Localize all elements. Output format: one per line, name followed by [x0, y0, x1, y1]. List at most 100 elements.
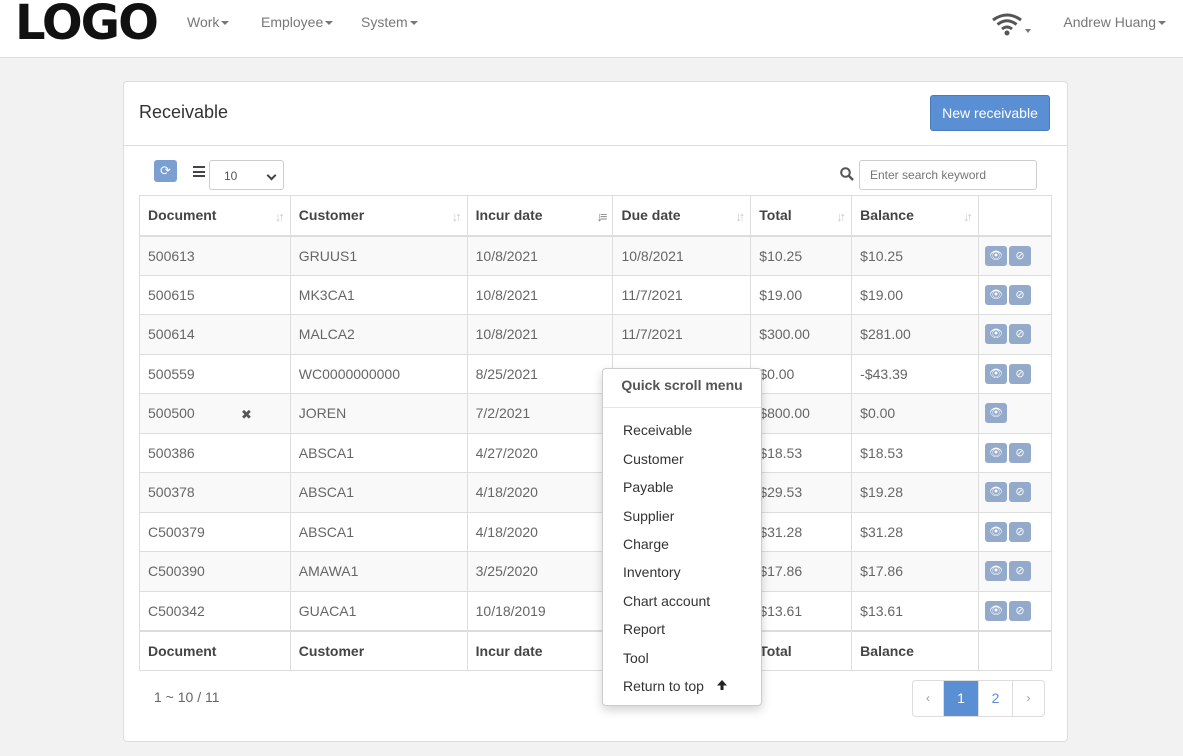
cell-customer: ABSCA1	[289, 432, 468, 473]
void-button[interactable]: ⊘	[1009, 442, 1031, 463]
close-icon[interactable]: ✖	[241, 407, 252, 423]
cell-incur-date: 4/18/2020	[466, 511, 614, 552]
menu-employee[interactable]: Employee	[261, 14, 334, 30]
cell-customer: MK3CA1	[289, 274, 468, 315]
cell-total: $17.86	[750, 551, 853, 592]
chevron-down-icon	[325, 21, 334, 26]
receivable-panel: Receivable New receivable ⟳ 10 Document ↓…	[123, 81, 1068, 742]
user-menu[interactable]: Andrew Huang	[1063, 14, 1166, 30]
column-header-incur-date[interactable]: Incur date ↓≡	[466, 195, 614, 237]
page-size-select[interactable]: 10	[209, 160, 284, 190]
cell-total: $300.00	[750, 314, 853, 355]
column-header-total[interactable]: Total ↓↑	[750, 195, 853, 237]
search-input[interactable]	[859, 160, 1037, 190]
cell-incur-date: 4/18/2020	[466, 472, 614, 513]
scroll-menu-item-return-to-top[interactable]: Return to top	[623, 678, 728, 694]
view-button[interactable]: 👁	[985, 561, 1007, 582]
cell-incur-date: 3/25/2020	[466, 551, 614, 592]
cell-customer: GRUUS1	[289, 235, 468, 276]
page-1-button[interactable]: 1	[944, 681, 979, 716]
cell-balance: $0.00	[851, 393, 979, 434]
scroll-menu-item-charge[interactable]: Charge	[623, 536, 669, 552]
scroll-menu-item-receivable[interactable]: Receivable	[623, 422, 692, 438]
menu-work[interactable]: Work	[187, 14, 230, 30]
cell-total: $800.00	[750, 393, 853, 434]
column-label: Document	[148, 207, 217, 224]
cell-incur-date: 10/18/2019	[466, 590, 614, 631]
view-button[interactable]: 👁	[985, 600, 1007, 621]
menu-system[interactable]: System	[361, 14, 418, 30]
cell-actions: 👁 ⊘	[978, 235, 1052, 276]
column-header-customer[interactable]: Customer ↓↑	[289, 195, 468, 237]
void-button[interactable]: ⊘	[1009, 561, 1031, 582]
scroll-menu-item-tool[interactable]: Tool	[623, 650, 649, 666]
cell-incur-date: 10/8/2021	[466, 314, 614, 355]
footer-customer: Customer	[289, 629, 468, 671]
top-navbar: LOGO Work Employee System Andrew Huang	[0, 0, 1183, 58]
cell-balance: $281.00	[851, 314, 979, 355]
view-button[interactable]: 👁	[985, 324, 1007, 345]
sort-descending-icon: ↓≡	[596, 209, 607, 224]
view-button[interactable]: 👁	[985, 245, 1007, 266]
cell-due-date: 11/7/2021	[612, 314, 752, 355]
cell-document: 500378	[139, 472, 291, 513]
cell-balance: $10.25	[851, 235, 979, 276]
cell-total: $10.25	[750, 235, 853, 276]
cell-document: 500614	[139, 314, 291, 355]
chevron-down-icon	[1158, 21, 1166, 26]
void-button[interactable]: ⊘	[1009, 284, 1031, 305]
prev-page-button[interactable]: ‹	[913, 681, 944, 716]
view-button[interactable]: 👁	[985, 442, 1007, 463]
scroll-menu-item-chart-account[interactable]: Chart account	[623, 593, 710, 609]
cell-customer: MALCA2	[289, 314, 468, 355]
column-header-balance[interactable]: Balance ↓↑	[851, 195, 979, 237]
scroll-menu-item-report[interactable]: Report	[623, 621, 665, 637]
view-button[interactable]: 👁	[985, 363, 1007, 384]
void-button[interactable]: ⊘	[1009, 245, 1031, 266]
cell-due-date: 10/8/2021	[612, 235, 752, 276]
receivable-table: Document ↓↑ Customer ↓↑ Incur date ↓≡ Due d…	[139, 195, 1052, 671]
column-label: Total	[759, 207, 792, 224]
menu-divider	[603, 407, 761, 408]
table-row: 500613 GRUUS1 10/8/2021 10/8/2021 $10.25…	[139, 235, 1052, 276]
pagination: ‹ 1 2 ›	[912, 680, 1045, 717]
wifi-status-dropdown[interactable]	[991, 12, 1031, 38]
void-button[interactable]: ⊘	[1009, 324, 1031, 345]
column-header-due-date[interactable]: Due date ↓↑	[612, 195, 752, 237]
view-button[interactable]: 👁	[985, 521, 1007, 542]
void-button[interactable]: ⊘	[1009, 521, 1031, 542]
cell-incur-date: 8/25/2021	[466, 353, 614, 394]
view-button[interactable]: 👁	[985, 284, 1007, 305]
footer-incur-date: Incur date	[466, 629, 614, 671]
scroll-menu-item-customer[interactable]: Customer	[623, 451, 684, 467]
void-button[interactable]: ⊘	[1009, 363, 1031, 384]
chevron-down-icon	[409, 21, 418, 26]
user-name: Andrew Huang	[1063, 14, 1156, 30]
scroll-menu-item-supplier[interactable]: Supplier	[623, 508, 674, 524]
page-2-button[interactable]: 2	[979, 681, 1013, 716]
table-footer-row: Document Customer Incur date Total Balan…	[139, 629, 1052, 671]
cell-actions: 👁 ⊘	[978, 590, 1052, 631]
next-page-button[interactable]: ›	[1013, 681, 1044, 716]
document-number: 500500	[148, 405, 195, 422]
void-button[interactable]: ⊘	[1009, 482, 1031, 503]
cell-total: $19.00	[750, 274, 853, 315]
view-button[interactable]: 👁	[985, 482, 1007, 503]
scroll-menu-item-inventory[interactable]: Inventory	[623, 564, 681, 580]
cell-total: $31.28	[750, 511, 853, 552]
table-row: 500559 WC0000000000 8/25/2021 $0.00 -$43…	[139, 353, 1052, 394]
scroll-menu-item-payable[interactable]: Payable	[623, 479, 674, 495]
column-header-document[interactable]: Document ↓↑	[139, 195, 291, 237]
logo[interactable]: LOGO	[15, 0, 159, 47]
chevron-down-icon	[266, 170, 277, 181]
table-row: 500615 MK3CA1 10/8/2021 11/7/2021 $19.00…	[139, 274, 1052, 315]
table-row: 500614 MALCA2 10/8/2021 11/7/2021 $300.0…	[139, 314, 1052, 355]
void-button[interactable]: ⊘	[1009, 600, 1031, 621]
cell-document: C500379	[139, 511, 291, 552]
cell-incur-date: 4/27/2020	[466, 432, 614, 473]
cell-actions: 👁 ⊘	[978, 274, 1052, 315]
view-button[interactable]: 👁	[985, 403, 1007, 424]
cell-total: $29.53	[750, 472, 853, 513]
refresh-button[interactable]: ⟳	[154, 160, 177, 182]
new-receivable-button[interactable]: New receivable	[930, 95, 1050, 131]
